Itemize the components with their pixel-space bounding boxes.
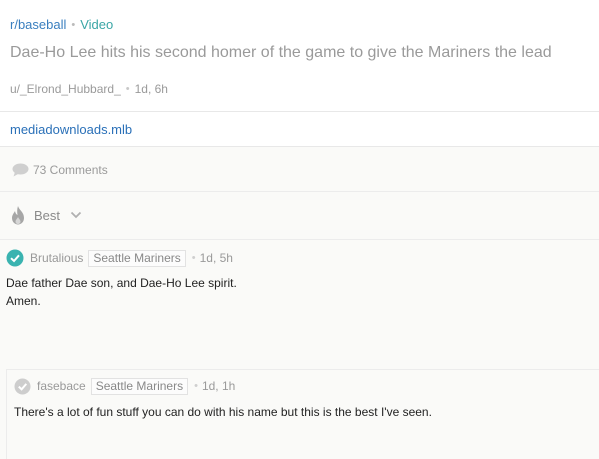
comment-age: 1d, 5h [199, 251, 233, 265]
check-icon[interactable] [14, 378, 31, 395]
user-flair: Seattle Mariners [90, 377, 189, 395]
chevron-down-icon[interactable] [70, 210, 82, 220]
comment-bubble-icon [12, 163, 29, 177]
comment-header: Brutalious Seattle Mariners • 1d, 5h [6, 249, 233, 267]
comment-text-line: Dae father Dae son, and Dae-Ho Lee spiri… [6, 276, 237, 290]
user-flair: Seattle Mariners [88, 249, 186, 267]
separator-dot: • [71, 18, 76, 31]
separator-dot: • [125, 83, 130, 95]
separator-dot: • [191, 252, 196, 264]
comment-text-line: Amen. [6, 294, 41, 308]
upvoted-check-icon[interactable] [6, 249, 24, 267]
comments-count: 73 Comments [33, 163, 108, 177]
comment-author[interactable]: fasebace [37, 379, 86, 393]
post-author[interactable]: u/_Elrond_Hubbard_ [10, 82, 121, 96]
comments-bar[interactable]: 73 Comments [0, 147, 599, 192]
comment-age: 1d, 1h [201, 379, 236, 393]
sort-bar[interactable]: Best [0, 192, 599, 240]
post-flair[interactable]: Video [80, 17, 113, 32]
comment-header: fasebace Seattle Mariners • 1d, 1h [14, 377, 235, 395]
comment-text-line: There's a lot of fun stuff you can do wi… [14, 405, 432, 419]
post-age: 1d, 6h [134, 82, 168, 96]
sort-label[interactable]: Best [34, 208, 60, 223]
link-domain[interactable]: mediadownloads.mlb [10, 122, 132, 137]
comment: Brutalious Seattle Mariners • 1d, 5h [6, 249, 233, 267]
post-meta-line: r/baseball • Video [10, 17, 113, 32]
comment-body: There's a lot of fun stuff you can do wi… [14, 403, 432, 421]
post-byline: u/_Elrond_Hubbard_ • 1d, 6h [10, 82, 168, 96]
flame-icon [12, 206, 24, 225]
comment-body: Dae father Dae son, and Dae-Ho Lee spiri… [6, 274, 237, 310]
post-title[interactable]: Dae-Ho Lee hits his second homer of the … [10, 44, 552, 62]
comment-author[interactable]: Brutalious [30, 251, 83, 265]
post-header: r/baseball • Video Dae-Ho Lee hits his s… [0, 0, 599, 111]
comment: fasebace Seattle Mariners • 1d, 1h [14, 377, 235, 395]
separator-dot: • [194, 380, 198, 392]
link-box[interactable]: mediadownloads.mlb [0, 111, 599, 147]
subreddit-link[interactable]: r/baseball [10, 17, 66, 32]
